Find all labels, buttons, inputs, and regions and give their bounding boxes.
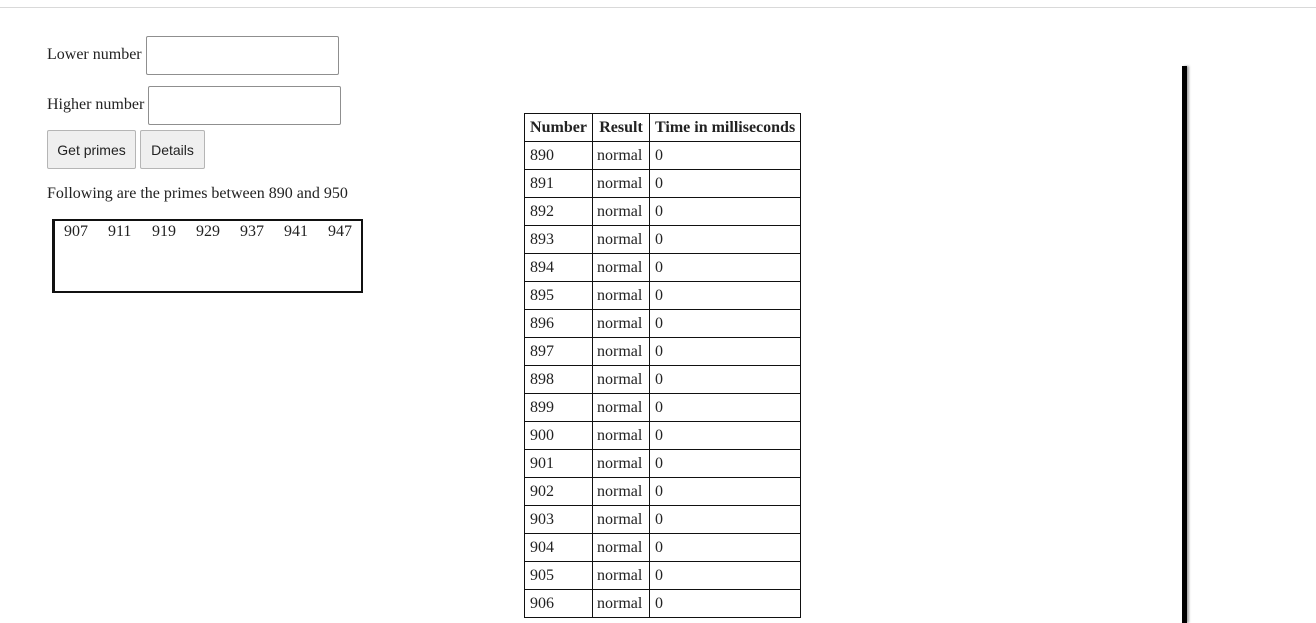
prime-value: 937 [240, 223, 264, 240]
vertical-divider-bar [1182, 66, 1187, 623]
table-row: 896 normal 0 [524, 309, 802, 338]
cell-result: normal [592, 365, 650, 394]
table-row: 901 normal 0 [524, 449, 802, 478]
lower-number-input[interactable] [146, 36, 339, 75]
cell-number: 906 [524, 589, 593, 618]
cell-time: 0 [648, 141, 802, 170]
cell-number: 895 [524, 281, 593, 310]
cell-result: normal [592, 225, 650, 254]
cell-number: 890 [524, 141, 593, 170]
cell-result: normal [592, 197, 650, 226]
cell-time: 0 [648, 533, 802, 562]
cell-number: 892 [524, 197, 593, 226]
cell-result: normal [592, 505, 650, 534]
prime-value: 919 [152, 223, 176, 240]
table-row: 902 normal 0 [524, 477, 802, 506]
top-divider [0, 7, 1316, 8]
cell-result: normal [592, 533, 650, 562]
cell-time: 0 [648, 197, 802, 226]
cell-result: normal [592, 169, 650, 198]
table-header-row: Number Result Time in milliseconds [524, 113, 802, 142]
cell-time: 0 [648, 225, 802, 254]
table-row: 900 normal 0 [524, 421, 802, 450]
column-header-time: Time in milliseconds [648, 113, 802, 142]
table-row: 891 normal 0 [524, 169, 802, 198]
cell-number: 897 [524, 337, 593, 366]
cell-time: 0 [648, 589, 802, 618]
cell-time: 0 [648, 309, 802, 338]
cell-result: normal [592, 421, 650, 450]
prime-value: 941 [284, 223, 308, 240]
table-row: 898 normal 0 [524, 365, 802, 394]
higher-number-input[interactable] [148, 86, 341, 125]
higher-number-label: Higher number [47, 96, 145, 113]
table-row: 894 normal 0 [524, 253, 802, 282]
cell-number: 899 [524, 393, 593, 422]
prime-value: 907 [64, 223, 88, 240]
cell-result: normal [592, 309, 650, 338]
cell-number: 901 [524, 449, 593, 478]
cell-number: 891 [524, 169, 593, 198]
lower-number-label: Lower number [47, 46, 142, 63]
cell-result: normal [592, 253, 650, 282]
cell-number: 896 [524, 309, 593, 338]
cell-time: 0 [648, 337, 802, 366]
get-primes-button[interactable]: Get primes [47, 130, 136, 169]
cell-number: 904 [524, 533, 593, 562]
prime-value: 911 [108, 223, 132, 240]
cell-result: normal [592, 477, 650, 506]
cell-result: normal [592, 561, 650, 590]
table-row: 903 normal 0 [524, 505, 802, 534]
table-row: 897 normal 0 [524, 337, 802, 366]
cell-time: 0 [648, 393, 802, 422]
table-row: 899 normal 0 [524, 393, 802, 422]
cell-result: normal [592, 281, 650, 310]
column-header-number: Number [524, 113, 593, 142]
cell-time: 0 [648, 477, 802, 506]
cell-time: 0 [648, 365, 802, 394]
cell-time: 0 [648, 169, 802, 198]
table-row: 905 normal 0 [524, 561, 802, 590]
cell-time: 0 [648, 449, 802, 478]
cell-time: 0 [648, 281, 802, 310]
table-row: 895 normal 0 [524, 281, 802, 310]
cell-number: 905 [524, 561, 593, 590]
cell-time: 0 [648, 505, 802, 534]
cell-number: 898 [524, 365, 593, 394]
cell-number: 894 [524, 253, 593, 282]
cell-number: 893 [524, 225, 593, 254]
table-row: 893 normal 0 [524, 225, 802, 254]
primes-output-box: 907 911 919 929 937 941 947 [52, 219, 363, 293]
prime-value: 947 [328, 223, 352, 240]
table-row: 890 normal 0 [524, 141, 802, 170]
cell-number: 903 [524, 505, 593, 534]
primes-result-message: Following are the primes between 890 and… [47, 185, 348, 202]
cell-time: 0 [648, 421, 802, 450]
cell-result: normal [592, 337, 650, 366]
cell-result: normal [592, 141, 650, 170]
table-row: 906 normal 0 [524, 589, 802, 618]
details-table: Number Result Time in milliseconds 890 no… [524, 113, 802, 618]
cell-time: 0 [648, 253, 802, 282]
cell-number: 900 [524, 421, 593, 450]
cell-time: 0 [648, 561, 802, 590]
prime-value: 929 [196, 223, 220, 240]
table-row: 892 normal 0 [524, 197, 802, 226]
cell-number: 902 [524, 477, 593, 506]
cell-result: normal [592, 449, 650, 478]
table-row: 904 normal 0 [524, 533, 802, 562]
cell-result: normal [592, 589, 650, 618]
column-header-result: Result [592, 113, 650, 142]
cell-result: normal [592, 393, 650, 422]
details-button[interactable]: Details [140, 130, 205, 169]
